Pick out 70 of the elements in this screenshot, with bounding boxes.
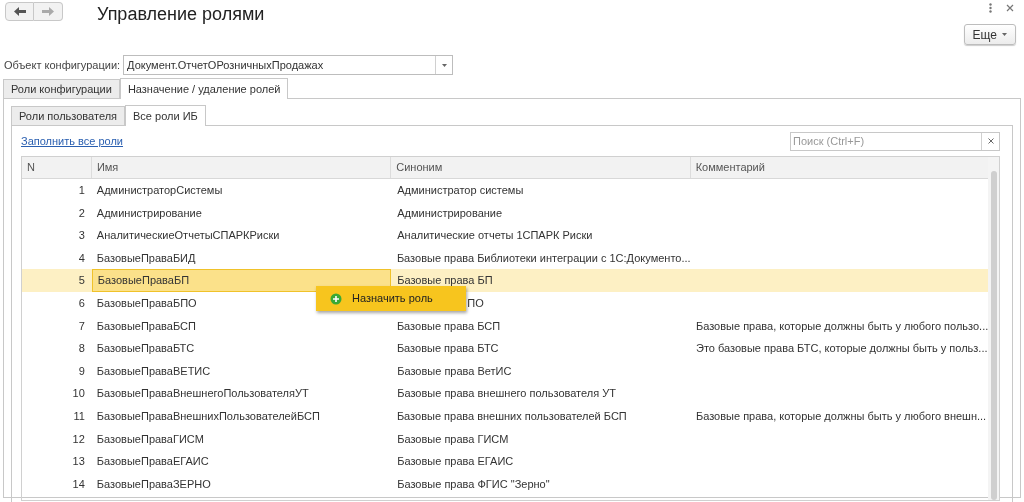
object-select-field[interactable]: Документ.ОтчетОРозничныхПродажах xyxy=(123,55,454,75)
forward-arrow-icon xyxy=(42,7,54,16)
table-cell[interactable]: БазовыеПраваБП xyxy=(91,269,392,292)
object-field-label: Объект конфигурации: xyxy=(4,57,121,73)
search-box[interactable]: Поиск (Ctrl+F) xyxy=(790,131,1000,151)
tab[interactable]: Назначение / удаление ролей xyxy=(119,78,289,99)
table-cell: Базовые права ГИСМ xyxy=(397,432,509,445)
column-header[interactable]: Синоним xyxy=(396,159,443,176)
table-cell[interactable]: БазовыеПраваВЕТИС xyxy=(91,359,392,383)
tab[interactable]: Все роли ИБ xyxy=(125,105,206,126)
back-button[interactable] xyxy=(5,2,34,21)
table-cell: 6 xyxy=(78,297,85,309)
table-cell[interactable]: БазовыеПраваБИД xyxy=(91,246,391,270)
table-cell: 9 xyxy=(78,364,85,377)
search-field[interactable]: Поиск (Ctrl+F) xyxy=(791,132,981,150)
table-cell: 7 xyxy=(78,319,85,332)
plus-icon xyxy=(330,292,342,305)
table-cell[interactable]: БазовыеПраваЕГАИС xyxy=(91,450,392,473)
tab[interactable]: Роли конфигурации xyxy=(3,79,120,98)
more-options-icon[interactable] xyxy=(989,3,992,13)
table-cell: Аналитические отчеты 1СПАРК Риски xyxy=(397,229,593,242)
table-cell: 5 xyxy=(78,274,85,287)
table-cell: 2 xyxy=(78,206,85,219)
dropdown-caret-icon xyxy=(1002,33,1007,36)
table-cell: 13 xyxy=(72,455,85,468)
table-cell: Базовые права внешнего пользователя УТ xyxy=(397,387,616,400)
menu-item[interactable]: Назначить роль xyxy=(316,286,466,311)
table-cell[interactable]: АналитическиеОтчетыСПАРКРиски xyxy=(91,224,392,247)
table-cell[interactable]: БазовыеПраваВнешнихПользователейБСП xyxy=(91,404,391,428)
scrollbar[interactable] xyxy=(988,157,999,500)
tab[interactable]: Роли пользователя xyxy=(11,106,125,125)
clear-icon[interactable] xyxy=(987,138,994,144)
table-cell[interactable]: БазовыеПраваГИСМ xyxy=(91,427,392,451)
column-header[interactable]: Имя xyxy=(96,159,119,176)
table-cell: Базовые права внешних пользователей БСП xyxy=(396,410,627,422)
close-icon[interactable] xyxy=(1006,4,1014,12)
table-cell: 14 xyxy=(72,477,85,490)
dropdown-caret-icon xyxy=(441,63,447,67)
table-cell: Администрирование xyxy=(397,206,503,219)
table-cell: Базовые права ЕГАИС xyxy=(397,455,514,468)
table-cell: Базовые права БТС xyxy=(396,342,499,355)
table-cell[interactable]: БазовыеПраваБТС xyxy=(91,337,391,360)
table-cell[interactable]: Администрирование xyxy=(91,201,392,225)
column-header[interactable]: N xyxy=(27,159,35,176)
table-cell: Базовые права БП xyxy=(397,274,493,287)
back-arrow-icon xyxy=(13,7,26,16)
table-cell[interactable]: АдминистраторСистемы xyxy=(91,179,392,202)
table-cell: 3 xyxy=(78,229,85,242)
table-cell: Базовые права ВетИС xyxy=(397,364,512,377)
table-cell: 11 xyxy=(73,410,85,422)
table-cell[interactable]: БазовыеПраваЗЕРНО xyxy=(91,472,392,496)
table-cell: 4 xyxy=(78,251,85,264)
table-cell[interactable]: БазовыеПраваБСП xyxy=(91,314,391,338)
table-cell: Базовые права ФГИС "Зерно" xyxy=(397,477,550,490)
table-cell: ПО xyxy=(467,297,484,309)
table-cell: 12 xyxy=(72,432,85,445)
fill-all-roles-link[interactable]: Заполнить все роли xyxy=(21,132,123,150)
window-title: Управление ролями xyxy=(97,3,265,26)
table-cell: Базовые права, которые должны быть у любого внешн... xyxy=(696,410,987,422)
table-cell: Администратор системы xyxy=(397,184,524,197)
more-button[interactable]: Еще xyxy=(963,24,1016,45)
table-cell: 10 xyxy=(72,387,85,400)
table-cell[interactable]: БазовыеПраваВнешнегоПользователяУТ xyxy=(91,382,392,405)
table-cell: Базовые права Библиотеки интеграции с 1С:Документо... xyxy=(396,251,691,264)
table-cell: 1 xyxy=(78,184,85,197)
table-cell: Это базовые права БТС, которые должны быть у польз... xyxy=(696,342,988,355)
table-cell: 8 xyxy=(78,342,85,355)
column-header[interactable]: Комментарий xyxy=(695,159,765,176)
table-cell: Базовые права БСП xyxy=(396,319,501,332)
table-cell: Базовые права, которые должны быть у любого пользо... xyxy=(696,319,989,332)
